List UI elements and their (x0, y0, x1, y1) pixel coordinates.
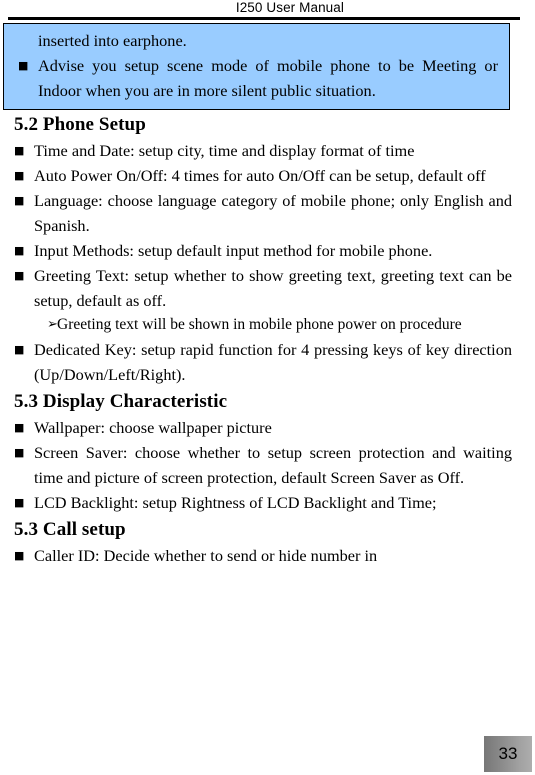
list-item-text: Greeting Text: setup whether to show gre… (34, 266, 512, 310)
list-item: ■ Input Methods: setup default input met… (0, 238, 535, 263)
square-bullet-icon: ■ (14, 144, 25, 157)
sub-list-item-text: Greeting text will be shown in mobile ph… (57, 316, 462, 333)
square-bullet-icon: ■ (14, 269, 25, 282)
header-divider (8, 17, 520, 20)
callout-continuation-text: inserted into earphone. (38, 31, 187, 50)
list-item: ■ LCD Backlight: setup Rightness of LCD … (0, 490, 535, 515)
list-item-text: Dedicated Key: setup rapid function for … (34, 340, 512, 384)
section-call-setup: 5.3 Call setup ■ Caller ID: Decide wheth… (0, 515, 535, 568)
callout-list-item: ■ Advise you setup scene mode of mobile … (4, 53, 509, 103)
section-heading: 5.2 Phone Setup (14, 114, 146, 135)
manual-title: I250 User Manual (235, 0, 344, 15)
page-number-badge: 33 (484, 736, 532, 772)
list-item: ■ Greeting Text: setup whether to show g… (0, 263, 535, 313)
callout-item-text: Advise you setup scene mode of mobile ph… (38, 56, 498, 100)
section-phone-setup: 5.2 Phone Setup ■ Time and Date: setup c… (0, 110, 535, 387)
section-heading: 5.3 Call setup (14, 519, 126, 540)
list-item-text: Language: choose language category of mo… (34, 191, 512, 235)
section-display-characteristic: 5.3 Display Characteristic ■ Wallpaper: … (0, 387, 535, 515)
list-item-text: Caller ID: Decide whether to send or hid… (34, 546, 378, 565)
list-item: ■ Time and Date: setup city, time and di… (0, 138, 535, 163)
sub-list-item: ➢ Greeting text will be shown in mobile … (0, 313, 535, 337)
arrow-bullet-icon: ➢ (47, 317, 58, 332)
square-bullet-icon: ■ (14, 496, 25, 509)
list-item: ■ Language: choose language category of … (0, 188, 535, 238)
callout-continuation-line: inserted into earphone. (4, 28, 509, 53)
list-item-text: Time and Date: setup city, time and disp… (34, 141, 415, 160)
highlighted-note-box: inserted into earphone. ■ Advise you set… (3, 23, 510, 110)
square-bullet-icon: ■ (14, 169, 25, 182)
page-content: inserted into earphone. ■ Advise you set… (0, 23, 535, 568)
list-item: ■ Wallpaper: choose wallpaper picture (0, 415, 535, 440)
square-bullet-icon: ■ (14, 194, 25, 207)
list-item: ■ Screen Saver: choose whether to setup … (0, 440, 535, 490)
list-item-text: Wallpaper: choose wallpaper picture (34, 418, 272, 437)
square-bullet-icon: ■ (18, 59, 29, 72)
square-bullet-icon: ■ (14, 421, 25, 434)
square-bullet-icon: ■ (14, 244, 25, 257)
list-item-text: Input Methods: setup default input metho… (34, 241, 433, 260)
square-bullet-icon: ■ (14, 446, 25, 459)
list-item-text: Screen Saver: choose whether to setup sc… (34, 443, 512, 487)
list-item-text: Auto Power On/Off: 4 times for auto On/O… (34, 166, 486, 185)
square-bullet-icon: ■ (14, 343, 25, 356)
section-heading: 5.3 Display Characteristic (14, 391, 228, 412)
list-item-text: LCD Backlight: setup Rightness of LCD Ba… (34, 493, 437, 512)
list-item: ■ Caller ID: Decide whether to send or h… (0, 543, 535, 568)
square-bullet-icon: ■ (14, 549, 25, 562)
list-item: ■ Auto Power On/Off: 4 times for auto On… (0, 163, 535, 188)
page-header: I250 User Manual (0, 0, 535, 20)
list-item: ■ Dedicated Key: setup rapid function fo… (0, 337, 535, 387)
